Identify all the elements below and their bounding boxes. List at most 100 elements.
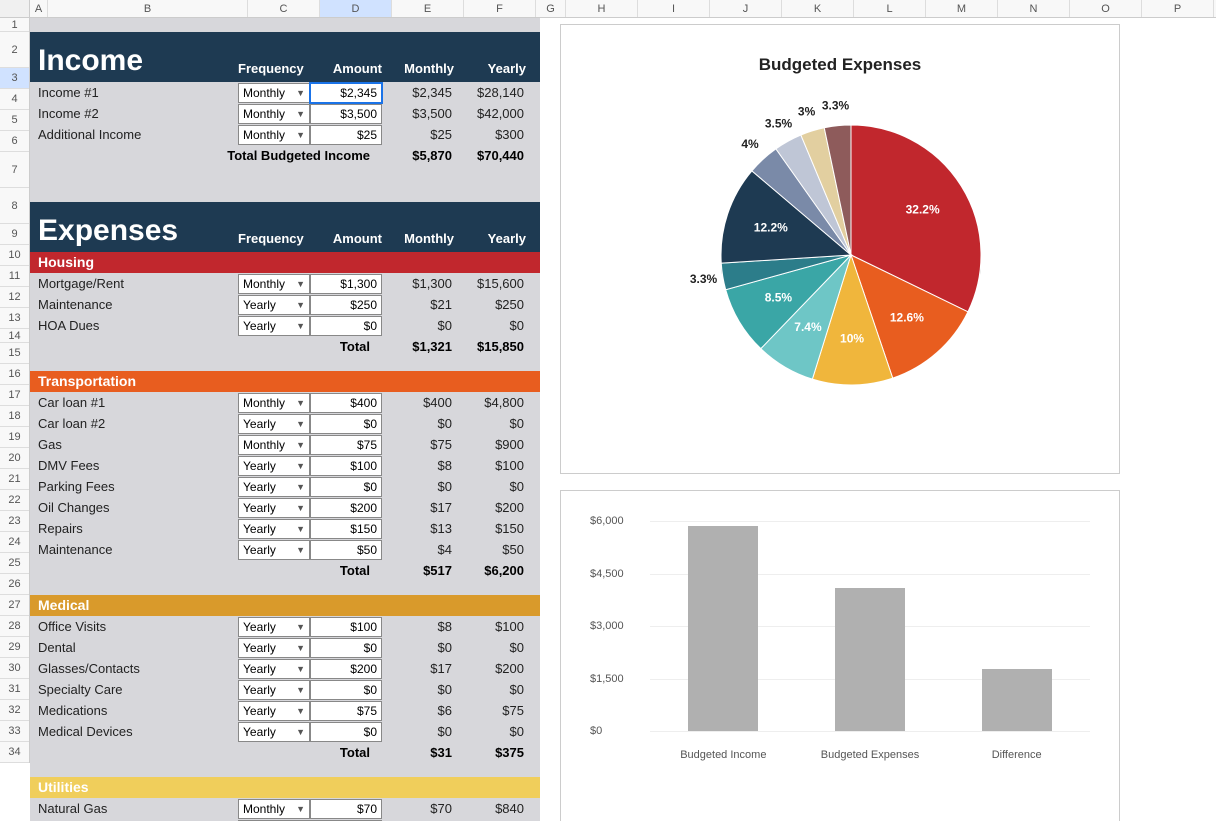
row-header-30[interactable]: 30 <box>0 658 29 679</box>
col-header-D[interactable]: D <box>320 0 392 17</box>
row-header-33[interactable]: 33 <box>0 721 29 742</box>
item-label[interactable]: Income #2 <box>38 106 238 121</box>
col-header-I[interactable]: I <box>638 0 710 17</box>
item-label[interactable]: Oil Changes <box>38 500 238 515</box>
frequency-dropdown[interactable]: Yearly▼ <box>238 456 310 476</box>
yearly-cell[interactable]: $0 <box>454 724 526 739</box>
row-header-12[interactable]: 12 <box>0 287 29 308</box>
row-header-31[interactable]: 31 <box>0 679 29 700</box>
select-all-corner[interactable] <box>0 0 30 18</box>
monthly-cell[interactable]: $1,300 <box>382 276 454 291</box>
col-header-G[interactable]: G <box>536 0 566 17</box>
monthly-cell[interactable]: $400 <box>382 395 454 410</box>
item-label[interactable]: Maintenance <box>38 542 238 557</box>
frequency-dropdown[interactable]: Yearly▼ <box>238 316 310 336</box>
monthly-cell[interactable]: $8 <box>382 619 454 634</box>
frequency-dropdown[interactable]: Monthly▼ <box>238 83 310 103</box>
frequency-dropdown[interactable]: Monthly▼ <box>238 393 310 413</box>
row-header-9[interactable]: 9 <box>0 224 29 245</box>
yearly-cell[interactable]: $15,600 <box>454 276 526 291</box>
item-label[interactable]: Gas <box>38 437 238 452</box>
amount-cell[interactable]: $200 <box>310 659 382 679</box>
amount-cell[interactable]: $1,300 <box>310 274 382 294</box>
col-header-C[interactable]: C <box>248 0 320 17</box>
frequency-dropdown[interactable]: Monthly▼ <box>238 125 310 145</box>
item-label[interactable]: Income #1 <box>38 85 238 100</box>
row-header-7[interactable]: 7 <box>0 152 29 188</box>
monthly-cell[interactable]: $4 <box>382 542 454 557</box>
frequency-dropdown[interactable]: Yearly▼ <box>238 722 310 742</box>
item-label[interactable]: DMV Fees <box>38 458 238 473</box>
yearly-cell[interactable]: $4,800 <box>454 395 526 410</box>
row-header-32[interactable]: 32 <box>0 700 29 721</box>
row-header-18[interactable]: 18 <box>0 406 29 427</box>
row-header-28[interactable]: 28 <box>0 616 29 637</box>
monthly-cell[interactable]: $8 <box>382 458 454 473</box>
item-label[interactable]: Glasses/Contacts <box>38 661 238 676</box>
frequency-dropdown[interactable]: Yearly▼ <box>238 659 310 679</box>
frequency-dropdown[interactable]: Yearly▼ <box>238 617 310 637</box>
item-label[interactable]: Parking Fees <box>38 479 238 494</box>
row-header-3[interactable]: 3 <box>0 68 29 89</box>
yearly-cell[interactable]: $840 <box>454 801 526 816</box>
item-label[interactable]: Repairs <box>38 521 238 536</box>
amount-cell[interactable]: $100 <box>310 456 382 476</box>
amount-cell[interactable]: $200 <box>310 498 382 518</box>
amount-cell[interactable]: $25 <box>310 125 382 145</box>
yearly-cell[interactable]: $0 <box>454 682 526 697</box>
yearly-cell[interactable]: $0 <box>454 416 526 431</box>
item-label[interactable]: Dental <box>38 640 238 655</box>
frequency-dropdown[interactable]: Yearly▼ <box>238 295 310 315</box>
monthly-cell[interactable]: $21 <box>382 297 454 312</box>
row-header-6[interactable]: 6 <box>0 131 29 152</box>
bar[interactable] <box>982 669 1052 731</box>
row-header-19[interactable]: 19 <box>0 427 29 448</box>
yearly-cell[interactable]: $0 <box>454 640 526 655</box>
monthly-cell[interactable]: $0 <box>382 318 454 333</box>
row-header-25[interactable]: 25 <box>0 553 29 574</box>
row-header-4[interactable]: 4 <box>0 89 29 110</box>
yearly-cell[interactable]: $100 <box>454 458 526 473</box>
col-header-A[interactable]: A <box>30 0 48 17</box>
item-label[interactable]: Natural Gas <box>38 801 238 816</box>
amount-cell[interactable]: $75 <box>310 435 382 455</box>
yearly-cell[interactable]: $300 <box>454 127 526 142</box>
amount-cell[interactable]: $100 <box>310 617 382 637</box>
item-label[interactable]: HOA Dues <box>38 318 238 333</box>
monthly-cell[interactable]: $13 <box>382 521 454 536</box>
monthly-cell[interactable]: $17 <box>382 500 454 515</box>
yearly-cell[interactable]: $200 <box>454 661 526 676</box>
row-header-14[interactable]: 14 <box>0 329 29 343</box>
yearly-cell[interactable]: $75 <box>454 703 526 718</box>
amount-cell[interactable]: $400 <box>310 393 382 413</box>
col-header-H[interactable]: H <box>566 0 638 17</box>
item-label[interactable]: Office Visits <box>38 619 238 634</box>
col-header-P[interactable]: P <box>1142 0 1214 17</box>
frequency-dropdown[interactable]: Yearly▼ <box>238 519 310 539</box>
frequency-dropdown[interactable]: Monthly▼ <box>238 435 310 455</box>
pie-chart-card[interactable]: Budgeted Expenses 32.2%12.6%10%7.4%8.5%3… <box>560 24 1120 474</box>
monthly-cell[interactable]: $3,500 <box>382 106 454 121</box>
monthly-cell[interactable]: $0 <box>382 640 454 655</box>
amount-cell[interactable]: $75 <box>310 701 382 721</box>
item-label[interactable]: Car loan #1 <box>38 395 238 410</box>
amount-cell[interactable]: $0 <box>310 680 382 700</box>
frequency-dropdown[interactable]: Yearly▼ <box>238 498 310 518</box>
row-header-17[interactable]: 17 <box>0 385 29 406</box>
frequency-dropdown[interactable]: Yearly▼ <box>238 477 310 497</box>
bar-chart-card[interactable]: $0$1,500$3,000$4,500$6,000Budgeted Incom… <box>560 490 1120 821</box>
yearly-cell[interactable]: $42,000 <box>454 106 526 121</box>
row-header-5[interactable]: 5 <box>0 110 29 131</box>
col-header-F[interactable]: F <box>464 0 536 17</box>
amount-cell[interactable]: $50 <box>310 540 382 560</box>
bar[interactable] <box>688 526 758 731</box>
amount-cell[interactable]: $150 <box>310 519 382 539</box>
row-header-24[interactable]: 24 <box>0 532 29 553</box>
amount-cell[interactable]: $250 <box>310 295 382 315</box>
frequency-dropdown[interactable]: Yearly▼ <box>238 540 310 560</box>
frequency-dropdown[interactable]: Yearly▼ <box>238 414 310 434</box>
amount-cell[interactable]: $70 <box>310 799 382 819</box>
col-header-M[interactable]: M <box>926 0 998 17</box>
col-header-J[interactable]: J <box>710 0 782 17</box>
amount-cell[interactable]: $0 <box>310 477 382 497</box>
